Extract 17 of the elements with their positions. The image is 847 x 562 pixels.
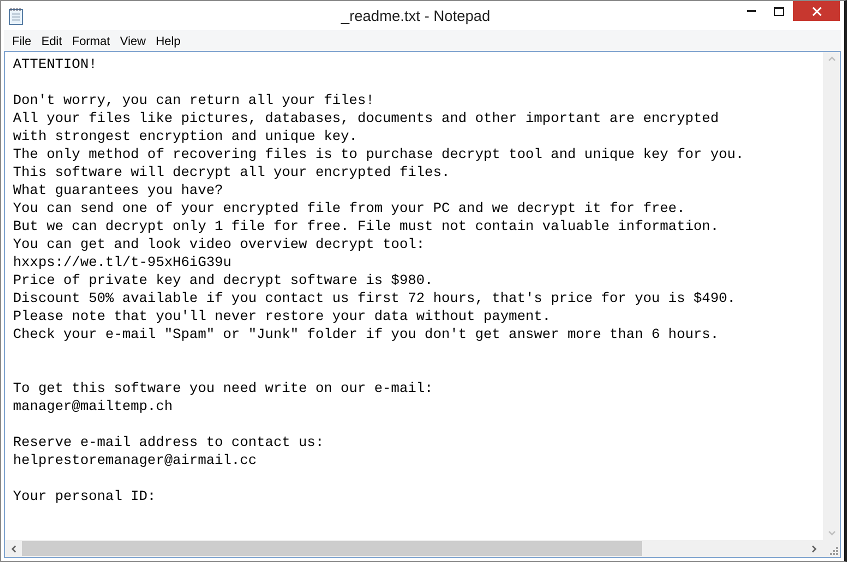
- menu-item[interactable]: File: [7, 32, 36, 50]
- menu-item[interactable]: View: [115, 32, 151, 50]
- menu-item[interactable]: Format: [67, 32, 116, 50]
- document-text: ATTENTION! Don't worry, you can return all your files! All your files like pictures, databases, documents and other important are encrypted with strongest encryption and unique key. The only method of recovering files is to purchase decrypt tool and unique key for you. This software will decrypt all your encrypted files. What guarantees you have? You can send one of your encrypted file from your PC and we decrypt it for free. But we can decrypt only 1 file for free. File must not contain valuable information. You can get and look video overview decrypt tool: hxxps://we.tl/t-95xH6iG39u Price of private key and decrypt software is $980. Discount 50% available if you contact us first 72 hours, that's price for you is $490. Please note that you'll never restore your data without payment. Check your e-mail "Spam" or "Junk" folder if you don't get answer more than 6 hours. To get this software you need write on our e-mail: manager@mailtemp.ch Reserve e-mail address to contact us: helprestoremanager@airmail.cc Your personal ID:: [13, 56, 745, 506]
- horizontal-scrollbar[interactable]: [5, 540, 823, 557]
- close-icon: [812, 6, 822, 16]
- notepad-icon: [8, 6, 24, 24]
- window-title: _readme.txt - Notepad: [341, 7, 490, 27]
- menu-item[interactable]: Help: [150, 32, 186, 50]
- minimize-icon: [746, 10, 756, 12]
- scroll-right-icon[interactable]: [812, 544, 817, 552]
- close-button[interactable]: [793, 1, 840, 21]
- scroll-left-icon[interactable]: [11, 544, 16, 552]
- menu-item[interactable]: Edit: [36, 32, 68, 50]
- maximize-icon: [774, 6, 784, 16]
- resize-grip-icon[interactable]: [830, 547, 838, 555]
- scrollbar-thumb[interactable]: [22, 541, 642, 556]
